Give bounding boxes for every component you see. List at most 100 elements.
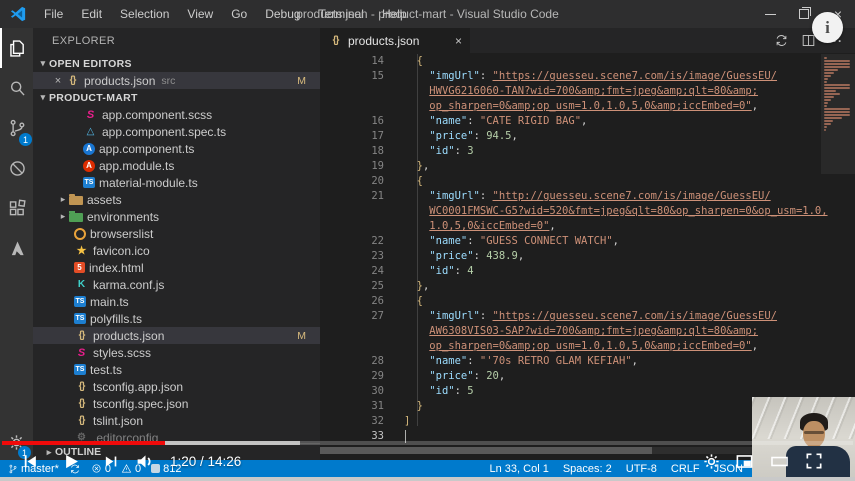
tree-item-polyfills-ts[interactable]: TSpolyfills.ts bbox=[33, 310, 320, 327]
code-line[interactable]: 16 "name": "CATE RIGID BAG", bbox=[320, 114, 855, 129]
tree-item-products-json[interactable]: {}products.jsonM bbox=[33, 327, 320, 344]
open-changes-icon[interactable] bbox=[774, 33, 789, 48]
line-number bbox=[320, 204, 398, 219]
status-utf-8[interactable]: UTF-8 bbox=[626, 463, 657, 475]
line-number bbox=[320, 99, 398, 114]
line-number: 30 bbox=[320, 384, 398, 399]
code-line[interactable]: WC0001FMSWC-G5?wid=520&fmt=jpeg&qlt=80&o… bbox=[320, 204, 855, 219]
tab-products-json[interactable]: {} products.json × bbox=[320, 28, 470, 53]
star-file-icon: ★ bbox=[74, 244, 89, 257]
line-content: { bbox=[398, 174, 423, 189]
code-line[interactable]: 29 "price": 20, bbox=[320, 369, 855, 384]
line-content: "imgUrl": "https://guesseu.scene7.com/is… bbox=[398, 69, 777, 84]
menu-file[interactable]: File bbox=[35, 7, 72, 21]
tree-item-tsconfig-spec-json[interactable]: {}tsconfig.spec.json bbox=[33, 395, 320, 412]
menu-go[interactable]: Go bbox=[222, 7, 256, 21]
line-number bbox=[320, 324, 398, 339]
minimap-line bbox=[824, 93, 840, 95]
minimap[interactable] bbox=[824, 57, 852, 135]
code-line[interactable]: 28 "name": "'70s RETRO GLAM KEFIAH", bbox=[320, 354, 855, 369]
minimap-line bbox=[824, 72, 834, 74]
extensions-icon[interactable] bbox=[0, 188, 33, 228]
source-control-icon[interactable]: 1 bbox=[0, 108, 33, 148]
tree-item-favicon-ico[interactable]: ★favicon.ico bbox=[33, 242, 320, 259]
code-line[interactable]: 23 "price": 438.9, bbox=[320, 249, 855, 264]
open-editor-item[interactable]: × {} products.json src M bbox=[33, 72, 320, 89]
tree-item-browserslist[interactable]: browserslist bbox=[33, 225, 320, 242]
code-line[interactable]: 1.0,5,0&iccEmbed=0", bbox=[320, 219, 855, 234]
code-line[interactable]: 18 "id": 3 bbox=[320, 144, 855, 159]
video-info-icon[interactable]: i bbox=[812, 12, 843, 43]
volume-button[interactable] bbox=[135, 451, 156, 472]
tree-item-tslint-json[interactable]: {}tslint.json bbox=[33, 412, 320, 429]
ng-blue-file-icon: A bbox=[83, 143, 95, 155]
tree-item-environments[interactable]: ▸environments bbox=[33, 208, 320, 225]
tree-item-material-module-ts[interactable]: TSmaterial-module.ts bbox=[33, 174, 320, 191]
tree-item-main-ts[interactable]: TSmain.ts bbox=[33, 293, 320, 310]
code-line[interactable]: op_sharpen=0&amp;op_usm=1.0,1.0,5,0&amp;… bbox=[320, 339, 855, 354]
code-line[interactable]: 15 "imgUrl": "https://guesseu.scene7.com… bbox=[320, 69, 855, 84]
activity-bar: 1 1 bbox=[0, 28, 33, 460]
code-line[interactable]: HWVG6216060-TAN?wid=700&amp;fmt=jpeg&amp… bbox=[320, 84, 855, 99]
code-line[interactable]: op_sharpen=0&amp;op_usm=1.0,1.0,5,0&amp;… bbox=[320, 99, 855, 114]
code-line[interactable]: 25 }, bbox=[320, 279, 855, 294]
debug-icon[interactable] bbox=[0, 148, 33, 188]
code-line[interactable]: 24 "id": 4 bbox=[320, 264, 855, 279]
tree-item-assets[interactable]: ▸assets bbox=[33, 191, 320, 208]
fullscreen-icon[interactable] bbox=[804, 451, 824, 471]
previous-button[interactable] bbox=[20, 452, 39, 471]
project-header[interactable]: ▾ PRODUCT-MART bbox=[33, 89, 320, 106]
file-name: app.component.ts bbox=[99, 142, 194, 156]
vscode-window: FileEditSelectionViewGoDebugTerminalHelp… bbox=[0, 0, 855, 481]
close-editor-icon[interactable]: × bbox=[51, 75, 65, 87]
explorer-icon[interactable] bbox=[0, 28, 33, 68]
video-progress-bar[interactable] bbox=[2, 441, 853, 445]
player-settings-icon[interactable] bbox=[702, 452, 721, 471]
line-number: 21 bbox=[320, 189, 398, 204]
file-name: polyfills.ts bbox=[90, 312, 142, 326]
tab-label: products.json bbox=[348, 34, 419, 48]
menu-view[interactable]: View bbox=[178, 7, 222, 21]
scrollbar-thumb[interactable] bbox=[320, 447, 652, 454]
open-editors-header[interactable]: ▾ OPEN EDITORS bbox=[33, 55, 320, 72]
code-line[interactable]: AW6308VIS03-SAP?wid=700&amp;fmt=jpeg&amp… bbox=[320, 324, 855, 339]
minimap-line bbox=[824, 99, 831, 101]
menu-selection[interactable]: Selection bbox=[111, 7, 178, 21]
line-content: "id": 3 bbox=[398, 144, 474, 159]
code-line[interactable]: 21 "imgUrl": "http://guesseu.scene7.com/… bbox=[320, 189, 855, 204]
tree-item-app-component-scss[interactable]: Sapp.component.scss bbox=[33, 106, 320, 123]
karma-file-icon: K bbox=[74, 278, 89, 291]
play-button[interactable] bbox=[60, 451, 81, 472]
code-lines[interactable]: 14 {15 "imgUrl": "https://guesseu.scene7… bbox=[320, 54, 855, 444]
open-editor-name: products.json bbox=[84, 74, 155, 88]
tree-item-test-ts[interactable]: TStest.ts bbox=[33, 361, 320, 378]
minimap-line bbox=[824, 126, 827, 128]
miniplayer-icon[interactable] bbox=[734, 452, 755, 471]
tree-item-karma-conf-js[interactable]: Kkarma.conf.js bbox=[33, 276, 320, 293]
tree-item-tsconfig-app-json[interactable]: {}tsconfig.app.json bbox=[33, 378, 320, 395]
code-line[interactable]: 19 }, bbox=[320, 159, 855, 174]
status-ln[interactable]: Ln 33, Col 1 bbox=[490, 463, 549, 475]
search-icon[interactable] bbox=[0, 68, 33, 108]
code-line[interactable]: 27 "imgUrl": "https://guesseu.scene7.com… bbox=[320, 309, 855, 324]
code-line[interactable]: 22 "name": "GUESS CONNECT WATCH", bbox=[320, 234, 855, 249]
editor-group: {} products.json × ··· 14 {15 "imgUrl": … bbox=[320, 28, 855, 460]
status-spaces[interactable]: Spaces: 2 bbox=[563, 463, 612, 475]
code-line[interactable]: 26 { bbox=[320, 294, 855, 309]
json-file-icon: {} bbox=[65, 74, 80, 87]
tree-item-app-component-ts[interactable]: Aapp.component.ts bbox=[33, 140, 320, 157]
minimize-button[interactable] bbox=[753, 0, 787, 28]
next-button[interactable] bbox=[103, 453, 120, 470]
azure-icon[interactable] bbox=[0, 228, 33, 268]
menu-edit[interactable]: Edit bbox=[72, 7, 111, 21]
code-line[interactable]: 20 { bbox=[320, 174, 855, 189]
tab-close-icon[interactable]: × bbox=[455, 34, 462, 48]
tree-item-app-component-spec-ts[interactable]: △app.component.spec.ts bbox=[33, 123, 320, 140]
theater-mode-icon[interactable] bbox=[768, 452, 791, 471]
tree-item-index-html[interactable]: 5index.html bbox=[33, 259, 320, 276]
code-line[interactable]: 17 "price": 94.5, bbox=[320, 129, 855, 144]
status-crlf[interactable]: CRLF bbox=[671, 463, 700, 475]
code-line[interactable]: 14 { bbox=[320, 54, 855, 69]
tree-item-styles-scss[interactable]: Sstyles.scss bbox=[33, 344, 320, 361]
tree-item-app-module-ts[interactable]: Aapp.module.ts bbox=[33, 157, 320, 174]
